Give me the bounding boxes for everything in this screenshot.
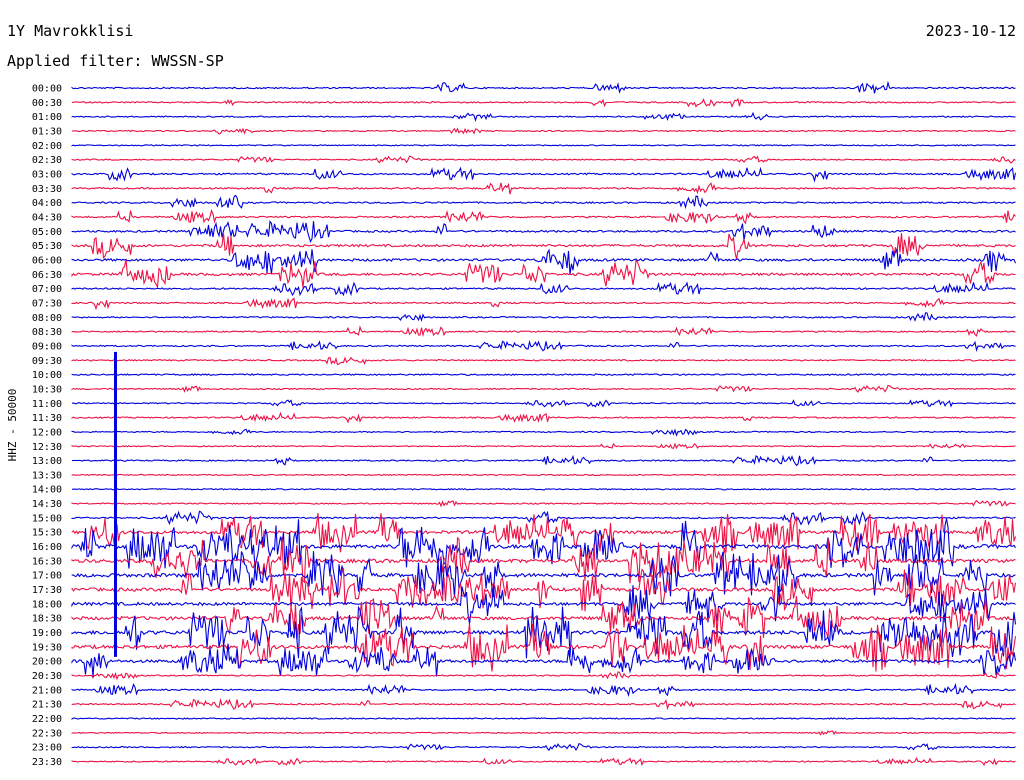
row-label: 20:00: [32, 657, 62, 668]
trace-line: [71, 325, 1016, 338]
trace-line: [71, 411, 1016, 424]
row-label: 04:30: [32, 212, 62, 223]
row-label: 22:30: [32, 728, 62, 739]
row-label: 18:30: [32, 614, 62, 625]
trace-line: [71, 182, 1016, 195]
trace-line: [71, 428, 1016, 437]
row-label: 17:30: [32, 585, 62, 596]
row-label: 14:00: [32, 485, 62, 496]
seismic-traces: [71, 80, 1017, 767]
row-label: 00:30: [32, 98, 62, 109]
trace-line: [71, 384, 1016, 393]
row-label: 16:30: [32, 556, 62, 567]
row-label: 05:00: [32, 227, 62, 238]
trace-line: [71, 155, 1016, 164]
row-label: 13:30: [32, 470, 62, 481]
row-label: 12:00: [32, 427, 62, 438]
station-title: 1Y Mavrokklisi: [7, 22, 133, 40]
trace-line: [71, 111, 1016, 122]
trace-line: [71, 454, 1016, 467]
trace-line: [71, 127, 1016, 135]
trace-line: [71, 220, 1016, 244]
trace-line: [71, 717, 1016, 720]
row-label: 17:00: [32, 571, 62, 582]
row-label: 11:30: [32, 413, 62, 424]
trace-line: [71, 297, 1016, 311]
trace-line: [71, 144, 1016, 147]
trace-line: [71, 551, 1016, 598]
row-label: 16:00: [32, 542, 62, 553]
trace-line: [71, 356, 1016, 366]
spike-mark: [114, 351, 117, 657]
trace-line: [71, 166, 1017, 183]
trace-line: [71, 743, 1016, 752]
row-label: 08:00: [32, 313, 62, 324]
trace-line: [71, 488, 1016, 491]
row-label: 01:00: [32, 112, 62, 123]
row-label: 11:00: [32, 399, 62, 410]
trace-line: [71, 499, 1016, 508]
trace-line: [71, 730, 1016, 736]
trace-line: [71, 194, 1016, 210]
row-label: 07:30: [32, 298, 62, 309]
row-label: 10:00: [32, 370, 62, 381]
trace-line: [71, 373, 1016, 377]
trace-line: [71, 682, 1016, 698]
trace-line: [71, 259, 1016, 290]
trace-line: [71, 208, 1016, 225]
trace-line: [71, 756, 1016, 767]
trace-line: [71, 698, 1016, 711]
trace-line: [71, 98, 1016, 108]
row-label: 15:30: [32, 528, 62, 539]
row-label: 10:30: [32, 384, 62, 395]
trace-line: [71, 80, 1016, 94]
trace-line: [71, 281, 1016, 297]
row-label: 07:00: [32, 284, 62, 295]
row-label: 01:30: [32, 126, 62, 137]
row-label: 06:30: [32, 270, 62, 281]
trace-line: [71, 312, 1016, 322]
row-label: 02:00: [32, 141, 62, 152]
helicorder-plot: 1Y Mavrokklisi 2023-10-12 Applied filter…: [6, 22, 1017, 769]
trace-line: [71, 670, 1016, 681]
channel-label: HHZ - 50000: [6, 389, 19, 462]
filter-label: Applied filter: WWSSN-SP: [7, 52, 224, 70]
time-row-labels: 00:00 00:30 01:00 01:30 02:00 02:30 03:00 03:30…: [32, 84, 62, 769]
row-label: 12:30: [32, 442, 62, 453]
trace-line: [71, 442, 1016, 450]
trace-line: [71, 473, 1016, 477]
row-label: 15:00: [32, 513, 62, 524]
row-label: 08:30: [32, 327, 62, 338]
row-label: 14:30: [32, 499, 62, 510]
row-label: 03:30: [32, 184, 62, 195]
row-label: 19:30: [32, 642, 62, 653]
row-label: 05:30: [32, 241, 62, 252]
row-label: 06:00: [32, 255, 62, 266]
row-label: 09:00: [32, 341, 62, 352]
date-label: 2023-10-12: [926, 22, 1016, 40]
row-label: 03:00: [32, 169, 62, 180]
trace-line: [71, 399, 1016, 408]
row-label: 21:30: [32, 700, 62, 711]
row-label: 21:00: [32, 685, 62, 696]
row-label: 04:00: [32, 198, 62, 209]
row-label: 18:00: [32, 599, 62, 610]
row-label: 23:00: [32, 743, 62, 754]
row-label: 02:30: [32, 155, 62, 166]
row-label: 00:00: [32, 84, 62, 95]
row-label: 22:00: [32, 714, 62, 725]
row-label: 23:30: [32, 757, 62, 768]
trace-line: [71, 233, 1016, 260]
row-label: 19:00: [32, 628, 62, 639]
row-label: 09:30: [32, 356, 62, 367]
trace-line: [71, 248, 1017, 275]
row-label: 13:00: [32, 456, 62, 467]
trace-line: [71, 339, 1016, 353]
row-label: 20:30: [32, 671, 62, 682]
